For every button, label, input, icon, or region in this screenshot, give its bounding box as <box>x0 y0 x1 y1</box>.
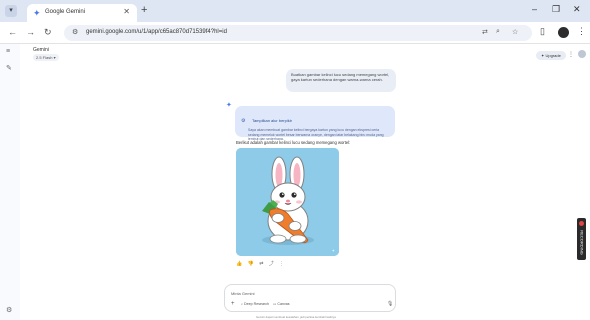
deep-research-chip[interactable]: ⌕ Deep Research <box>241 302 269 306</box>
tab-search-icon[interactable]: ▾ <box>5 5 17 17</box>
site-info-icon[interactable]: ⚙ <box>72 28 78 36</box>
side-rail: ≡ ✎ ⚙ <box>0 44 20 320</box>
image-watermark-icon: ✦ <box>331 248 335 253</box>
bookmark-star-icon[interactable]: ☆ <box>512 28 518 36</box>
user-message: Buatkan gambar kelinci lucu sedang memeg… <box>286 69 396 92</box>
bunny-carrot-illustration <box>236 148 339 256</box>
gemini-favicon-icon: ✦ <box>33 8 41 18</box>
new-tab-button[interactable]: + <box>141 4 147 16</box>
prompt-composer: + ⌕ Deep Research ▭ Canvas 🎙 <box>224 284 396 312</box>
user-avatar[interactable] <box>578 50 586 58</box>
side-panel-icon[interactable]: ▯ <box>540 26 545 37</box>
tab-bar: ▾ ✦ Google Gemini ✕ + – ❐ ✕ <box>0 0 590 22</box>
settings-icon[interactable]: ⚙ <box>6 306 12 314</box>
model-selector[interactable]: 2.5 Flash ▾ <box>33 54 59 61</box>
minimize-icon[interactable]: – <box>532 4 537 14</box>
main-menu-icon[interactable]: ≡ <box>6 48 10 55</box>
browser-toolbar: ← → ↻ ⚙ gemini.google.com/u/1/app/c65ac8… <box>0 22 590 44</box>
gemini-app: ≡ ✎ ⚙ Gemini 2.5 Flash ▾ ✦ Upgrade ⋮ Bua… <box>0 44 590 320</box>
thought-icon: ⚙ <box>241 118 246 124</box>
add-file-icon[interactable]: + <box>231 301 235 307</box>
url-text[interactable]: gemini.google.com/u/1/app/c65ac870d71539… <box>86 29 227 35</box>
response-actions[interactable]: 👍 👎 ⇄ ⤴ ⋮ <box>236 260 286 267</box>
app-title[interactable]: Gemini <box>33 47 49 53</box>
browser-menu-icon[interactable]: ⋮ <box>577 26 586 37</box>
tab-gemini[interactable]: ✦ Google Gemini ✕ <box>27 4 137 22</box>
reload-icon[interactable]: ↻ <box>44 27 52 38</box>
restore-icon[interactable]: ❐ <box>552 4 560 15</box>
recording-extension-badge[interactable]: RECORDING <box>577 218 586 260</box>
new-chat-icon[interactable]: ✎ <box>6 64 12 72</box>
more-options-icon[interactable]: ⋮ <box>568 51 574 58</box>
forward-icon[interactable]: → <box>26 27 35 37</box>
translate-icon[interactable]: ⇄ <box>482 28 488 36</box>
recording-label: RECORDING <box>579 230 585 255</box>
prompt-input[interactable] <box>231 289 381 297</box>
canvas-chip[interactable]: ▭ Canvas <box>273 302 290 306</box>
address-bar[interactable]: ⚙ gemini.google.com/u/1/app/c65ac870d715… <box>64 25 532 41</box>
upgrade-button[interactable]: ✦ Upgrade <box>536 51 566 60</box>
thought-panel[interactable]: ⚙ Tampilkan alur berpikir Saya akan memb… <box>235 106 395 141</box>
disclaimer-text: Gemini dapat membuat kesalahan, jadi per… <box>256 315 336 319</box>
deep-research-label: Deep Research <box>244 302 269 306</box>
thought-title[interactable]: Tampilkan alur berpikir <box>252 118 292 123</box>
profile-avatar[interactable] <box>558 27 569 38</box>
canvas-label: Canvas <box>277 302 290 306</box>
window-close-icon[interactable]: ✕ <box>573 4 581 15</box>
back-icon[interactable]: ← <box>8 27 17 37</box>
zoom-icon[interactable]: ⌕ <box>496 28 500 36</box>
microphone-icon[interactable]: 🎙 <box>387 301 393 307</box>
response-text: Berikut adalah gambar kelinci lucu sedan… <box>236 140 351 145</box>
gemini-spark-icon: ✦ <box>226 102 232 109</box>
generated-image[interactable]: ✦ <box>236 148 339 256</box>
close-tab-icon[interactable]: ✕ <box>123 7 130 16</box>
tab-title: Google Gemini <box>45 9 86 15</box>
